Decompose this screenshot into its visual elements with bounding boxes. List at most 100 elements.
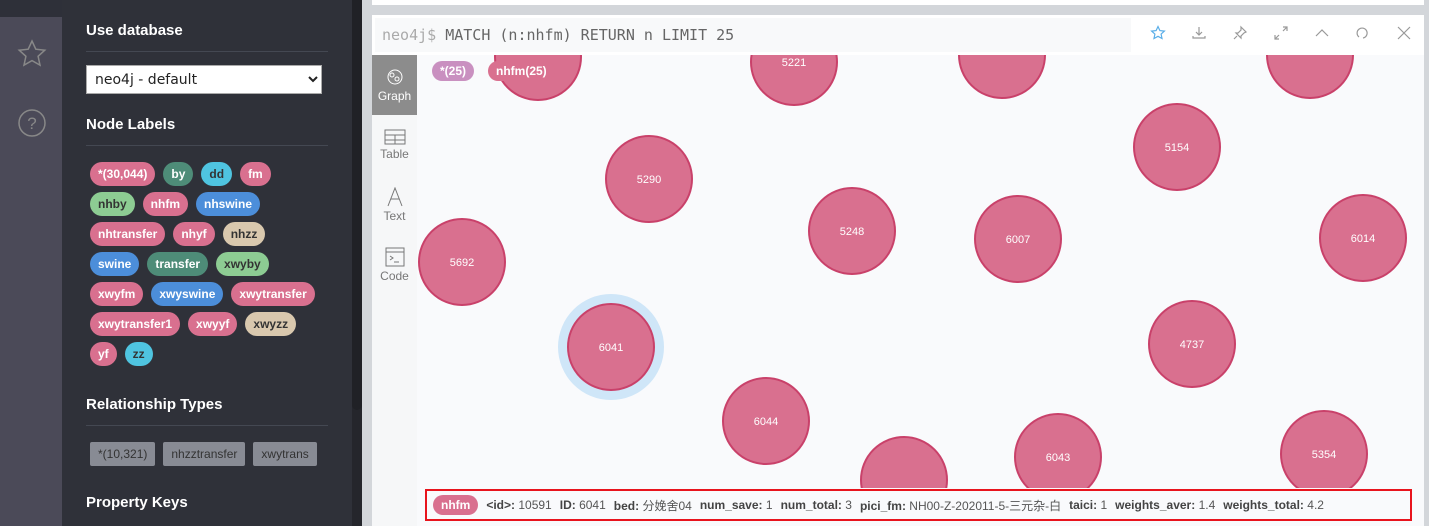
property-value: 3 (845, 498, 852, 512)
node-label-pill[interactable]: zz (124, 342, 153, 366)
graph-node[interactable]: 5248 (808, 187, 896, 275)
node-label-pill[interactable]: xwytransfer (231, 282, 315, 306)
property: weights_total: 4.2 (1223, 498, 1324, 512)
node-caption: 6007 (1006, 234, 1030, 246)
node-label-pill[interactable]: nhyf (173, 222, 215, 246)
table-icon (384, 129, 405, 145)
tab-code[interactable]: Code (372, 235, 417, 295)
graph-canvas[interactable]: *(25) nhfm(25) 5221 5154 5290 5248 6007 6014 56… (417, 55, 1424, 488)
node-label-pill[interactable]: xwytransfer1 (90, 312, 181, 336)
node-circle[interactable] (1014, 413, 1102, 488)
property-value: 1.4 (1198, 498, 1216, 512)
property: num_total: 3 (781, 498, 852, 512)
graph-node[interactable]: 6007 (974, 195, 1062, 283)
node-properties: nhfm <id>: 10591 ID: 6041 bed: 分娩舍04 num_sa… (425, 489, 1412, 521)
graph-node[interactable]: 5692 (418, 218, 506, 306)
property-key: weights_total: (1223, 498, 1304, 512)
node-circle[interactable] (958, 55, 1046, 99)
node-caption: 5290 (637, 174, 661, 186)
tab-label: Text (383, 209, 406, 223)
property-value: 10591 (518, 498, 552, 512)
node-label-pill[interactable]: fm (240, 162, 271, 186)
graph-node[interactable]: 6044 (722, 377, 810, 465)
tab-graph[interactable]: Graph (372, 55, 417, 115)
graph-node[interactable]: 6041 (558, 294, 664, 400)
node-label-badge[interactable]: nhfm (433, 495, 479, 515)
graph-legend: *(25) nhfm(25) (432, 61, 555, 81)
sidebar-scrollbar[interactable] (352, 0, 362, 410)
property-value: 分娩舍04 (642, 498, 692, 513)
graph-node[interactable] (1266, 55, 1354, 99)
property: num_save: 1 (700, 498, 773, 512)
collapse-icon[interactable] (1301, 21, 1342, 45)
property-key: num_save: (699, 498, 763, 512)
property-keys-heading: Property Keys (86, 494, 188, 511)
graph-node[interactable] (860, 436, 948, 488)
view-tabs: Graph Table Text Code (372, 55, 417, 526)
download-icon[interactable] (1178, 21, 1219, 45)
expand-icon[interactable] (1260, 21, 1301, 45)
property: ID: 6041 (560, 498, 606, 512)
graph-node[interactable] (958, 55, 1046, 99)
node-circle[interactable] (1266, 55, 1354, 99)
node-label-pill[interactable]: xwyyf (188, 312, 238, 336)
node-label-pill[interactable]: nhswine (196, 192, 261, 216)
node-label-pill[interactable]: *(30,044) (90, 162, 156, 186)
node-caption: 4737 (1180, 339, 1204, 351)
relationship-types-heading: Relationship Types (86, 396, 328, 426)
graph-svg[interactable]: 5221 5154 5290 5248 6007 6014 5692 6041 4737 6044… (417, 55, 1424, 488)
node-label-pill[interactable]: nhby (90, 192, 135, 216)
node-label-pill[interactable]: nhfm (142, 192, 188, 216)
property: bed: 分娩舍04 (614, 497, 692, 514)
graph-node[interactable]: 5290 (605, 135, 693, 223)
legend-pill[interactable]: nhfm(25) (488, 61, 555, 81)
node-label-pill[interactable]: by (163, 162, 194, 186)
use-database-heading: Use database (86, 22, 328, 52)
node-label-pill[interactable]: xwyswine (151, 282, 224, 306)
graph-node[interactable]: 5354 (1280, 410, 1368, 488)
tab-label: Table (380, 147, 409, 161)
node-caption: 5354 (1312, 449, 1336, 461)
node-label-pill[interactable]: dd (201, 162, 233, 186)
graph-node[interactable]: 5221 (750, 55, 838, 106)
graph-node[interactable]: 4737 (1148, 300, 1236, 388)
graph-node[interactable]: 6014 (1319, 194, 1407, 282)
node-label-pill[interactable]: xwyby (216, 252, 269, 276)
close-icon[interactable] (1383, 21, 1424, 45)
node-label-pill[interactable]: xwyzz (245, 312, 297, 336)
tab-label: Code (380, 269, 409, 283)
node-label-pill[interactable]: yf (90, 342, 117, 366)
node-caption: 5154 (1165, 142, 1189, 154)
node-label-pill[interactable]: transfer (147, 252, 209, 276)
help-icon[interactable]: ? (16, 107, 48, 139)
node-caption: 5248 (840, 226, 864, 238)
frame-toolbar (1137, 21, 1424, 45)
property: pici_fm: NH00-Z-202011-5-三元杂-白 (860, 497, 1061, 514)
refresh-icon[interactable] (1342, 21, 1383, 45)
relationship-type-pill[interactable]: *(10,321) (90, 442, 156, 466)
relationship-type-pill[interactable]: xwytrans (253, 442, 317, 466)
property-value: 1 (1100, 498, 1108, 512)
relationship-type-pill[interactable]: nhzztransfer (163, 442, 246, 466)
tab-table[interactable]: Table (372, 115, 417, 175)
pin-icon[interactable] (1219, 21, 1260, 45)
tab-text[interactable]: Text (372, 175, 417, 235)
node-label-pill[interactable]: xwyfm (90, 282, 144, 306)
node-circle[interactable] (860, 436, 948, 488)
node-label-pill[interactable]: nhzz (222, 222, 266, 246)
node-label-pill[interactable]: nhtransfer (90, 222, 166, 246)
previous-result-frame (372, 0, 1424, 5)
database-select[interactable]: neo4j - default (86, 65, 322, 94)
query-editor[interactable]: neo4j$ MATCH (n:nhfm) RETURN n LIMIT 25 (375, 18, 1131, 52)
property-key: pici_fm: (859, 498, 906, 513)
property-key: num_total: (780, 498, 842, 512)
graph-node[interactable]: 5154 (1133, 103, 1221, 191)
property-value: 6041 (579, 498, 606, 512)
graph-node[interactable]: 6043 (1014, 413, 1102, 488)
star-icon[interactable] (16, 38, 48, 70)
legend-pill[interactable]: *(25) (432, 61, 475, 81)
property-key: bed: (613, 498, 640, 513)
star-icon[interactable] (1137, 21, 1178, 45)
node-label-pill[interactable]: swine (90, 252, 140, 276)
code-icon (385, 247, 404, 267)
